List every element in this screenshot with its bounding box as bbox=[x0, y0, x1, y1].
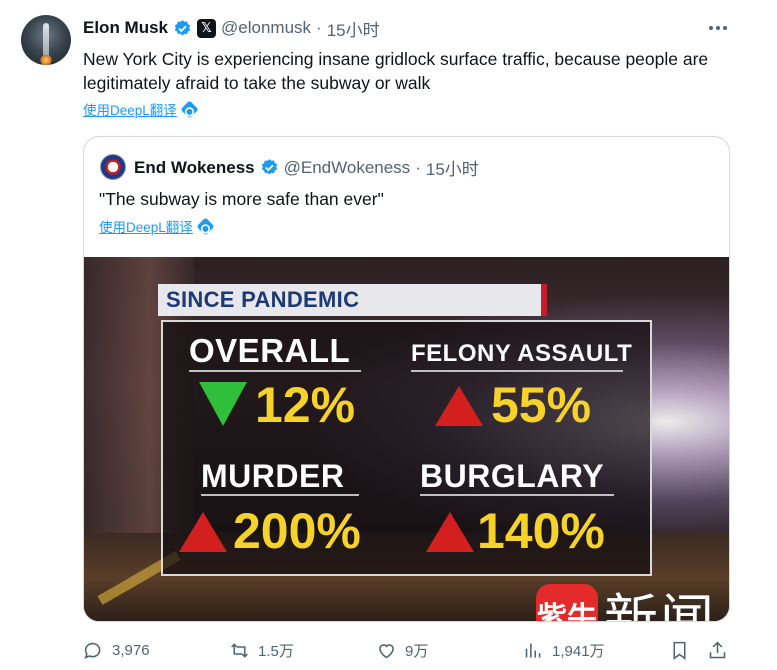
share-button[interactable] bbox=[707, 640, 728, 661]
deepl-icon bbox=[180, 99, 199, 119]
translate-label[interactable]: 使用DeepL翻译 bbox=[83, 99, 177, 119]
since-pandemic-banner: SINCE PANDEMIC bbox=[158, 284, 547, 316]
verified-badge-icon bbox=[261, 159, 277, 175]
repost-count: 1.5万 bbox=[258, 643, 294, 660]
stat-value-overall: 12% bbox=[255, 377, 356, 433]
quote-header: End Wokeness @EndWokeness · 15小时 bbox=[134, 155, 479, 180]
up-arrow-icon bbox=[179, 512, 227, 552]
stat-rule bbox=[201, 494, 359, 496]
separator: · bbox=[415, 157, 421, 177]
quote-author-avatar[interactable] bbox=[100, 154, 126, 180]
repost-button[interactable]: 1.5万 bbox=[229, 640, 294, 661]
reply-icon bbox=[84, 642, 101, 659]
quote-translate-link[interactable]: 使用DeepL翻译 bbox=[99, 216, 215, 236]
author-handle[interactable]: @elonmusk bbox=[221, 18, 311, 38]
tweet-text: New York City is experiencing insane gri… bbox=[83, 49, 709, 93]
repost-icon bbox=[231, 643, 248, 658]
stats-panel: OVERALL 12% FELONY ASSAULT 55% MURDER 20… bbox=[161, 320, 652, 576]
like-button[interactable]: 9万 bbox=[376, 640, 428, 661]
translate-label[interactable]: 使用DeepL翻译 bbox=[99, 216, 193, 236]
up-arrow-icon bbox=[435, 386, 483, 426]
rocket-image bbox=[43, 23, 49, 59]
stat-label-overall: OVERALL bbox=[189, 332, 351, 369]
stat-value-murder: 200% bbox=[233, 503, 361, 559]
watermark-logo: 紫牛 bbox=[536, 583, 598, 621]
quote-media-image[interactable]: SINCE PANDEMIC OVERALL 12% FELONY ASSAUL… bbox=[84, 257, 729, 622]
quote-timestamp[interactable]: 15小时 bbox=[426, 155, 479, 180]
quote-author-handle[interactable]: @EndWokeness bbox=[284, 158, 411, 178]
like-count: 9万 bbox=[405, 643, 429, 660]
verified-badge-icon bbox=[174, 19, 191, 35]
reply-count: 3,976 bbox=[112, 642, 150, 659]
heart-icon bbox=[379, 644, 394, 659]
translate-link[interactable]: 使用DeepL翻译 bbox=[83, 99, 199, 119]
tweet-timestamp[interactable]: 15小时 bbox=[327, 16, 380, 41]
up-arrow-icon bbox=[426, 512, 474, 552]
reply-button[interactable]: 3,976 bbox=[83, 640, 150, 661]
analytics-icon bbox=[525, 643, 541, 658]
bookmark-button[interactable] bbox=[669, 640, 690, 661]
deepl-icon bbox=[196, 216, 215, 236]
tweet-actions: 3,976 1.5万 9万 1,941万 bbox=[83, 640, 743, 662]
more-options-icon[interactable] bbox=[707, 18, 729, 38]
x-affiliate-icon[interactable]: 𝕏 bbox=[197, 18, 217, 38]
stat-label-burglary: BURGLARY bbox=[420, 458, 605, 494]
watermark-text: 新闻 bbox=[604, 588, 716, 622]
stat-label-felony-assault: FELONY ASSAULT bbox=[411, 340, 633, 367]
separator: · bbox=[316, 18, 322, 37]
quote-author-name[interactable]: End Wokeness bbox=[134, 158, 255, 178]
stat-value-felony-assault: 55% bbox=[491, 377, 592, 433]
rocket-flame bbox=[40, 55, 52, 65]
stat-label-murder: MURDER bbox=[201, 458, 345, 494]
quoted-tweet[interactable]: End Wokeness @EndWokeness · 15小时 "The su… bbox=[83, 136, 730, 622]
quote-text: "The subway is more safe than ever" bbox=[99, 189, 384, 209]
author-avatar[interactable] bbox=[21, 15, 71, 65]
author-name[interactable]: Elon Musk bbox=[83, 18, 168, 38]
views-button[interactable]: 1,941万 bbox=[523, 640, 605, 661]
bookmark-icon bbox=[673, 641, 686, 660]
stat-value-burglary: 140% bbox=[477, 503, 605, 559]
share-icon bbox=[709, 641, 726, 659]
stat-rule bbox=[411, 370, 623, 372]
news-watermark: 紫牛 新闻 bbox=[536, 575, 716, 622]
tweet-header: Elon Musk 𝕏 @elonmusk · 15小时 bbox=[83, 16, 380, 41]
down-arrow-icon bbox=[199, 382, 247, 426]
stat-rule bbox=[420, 494, 614, 496]
view-count: 1,941万 bbox=[552, 643, 605, 660]
stat-rule bbox=[189, 370, 361, 372]
